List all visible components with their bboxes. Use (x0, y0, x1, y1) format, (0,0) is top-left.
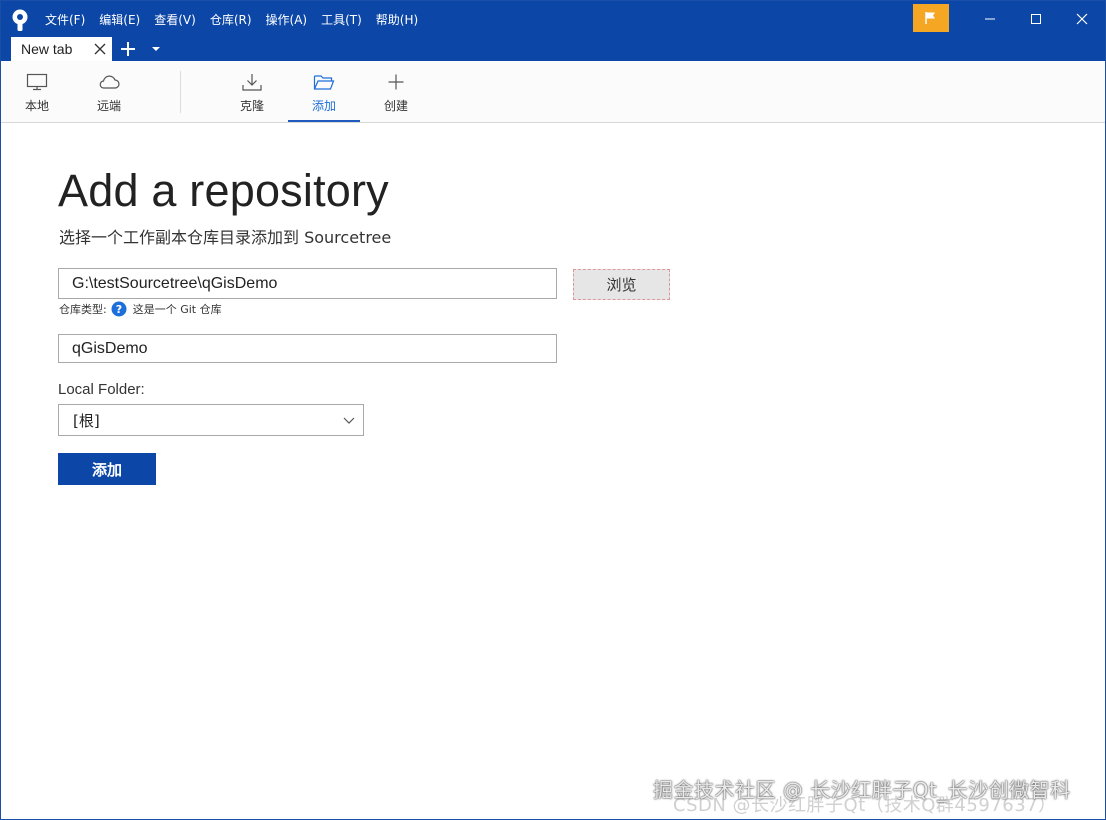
close-window-button[interactable] (1059, 1, 1105, 37)
local-folder-label: Local Folder: (58, 381, 145, 398)
cloud-icon (99, 75, 120, 89)
repo-type-info: 仓库类型: ? 这是一个 Git 仓库 (59, 301, 222, 317)
toolbar: 本地 远端 克隆 添加 创建 (1, 61, 1105, 123)
menu-tools[interactable]: 工具(T) (321, 11, 362, 28)
question-mark-icon: ? (111, 301, 127, 317)
local-folder-select[interactable]: [根] (58, 404, 364, 436)
watermark-line-1: 掘金技术社区 @ 长沙红胖子Qt_长沙创微智科 (653, 778, 1071, 802)
menu-help[interactable]: 帮助(H) (376, 11, 418, 28)
tab-strip: New tab (1, 37, 1105, 61)
working-copy-path-input[interactable] (58, 268, 557, 299)
toolbar-create-button[interactable]: 创建 (360, 61, 432, 123)
tab-close-icon[interactable] (93, 42, 107, 56)
page-title: Add a repository (58, 165, 389, 216)
menu-repository[interactable]: 仓库(R) (210, 11, 252, 28)
svg-text:?: ? (116, 303, 122, 316)
browse-button[interactable]: 浏览 (573, 269, 670, 300)
plus-icon (388, 74, 404, 90)
bookmark-name-input[interactable] (58, 334, 557, 363)
toolbar-local-button[interactable]: 本地 (1, 61, 73, 123)
menu-view[interactable]: 查看(V) (154, 11, 196, 28)
new-tab-plus-icon[interactable] (119, 40, 137, 58)
monitor-icon (26, 73, 48, 91)
page-subtitle: 选择一个工作副本仓库目录添加到 Sourcetree (59, 228, 392, 247)
menu-actions[interactable]: 操作(A) (266, 11, 308, 28)
tab-title: New tab (21, 41, 73, 57)
tab-dropdown-icon[interactable] (151, 45, 161, 53)
menu-file[interactable]: 文件(F) (45, 11, 85, 28)
close-icon (1076, 13, 1088, 25)
toolbar-clone-button[interactable]: 克隆 (216, 61, 288, 123)
minimize-icon (985, 18, 995, 20)
maximize-icon (1031, 14, 1041, 24)
notifications-flag-button[interactable] (913, 4, 949, 32)
toolbar-create-label: 创建 (383, 99, 408, 113)
flag-icon (925, 12, 935, 24)
app-window: 文件(F) 编辑(E) 查看(V) 仓库(R) 操作(A) 工具(T) 帮助(H… (0, 0, 1106, 820)
download-icon (242, 74, 262, 91)
toolbar-remote-label: 远端 (96, 99, 121, 113)
tab-new-tab[interactable]: New tab (11, 37, 112, 61)
toolbar-local-label: 本地 (24, 99, 49, 113)
add-repository-button[interactable]: 添加 (58, 453, 156, 485)
menu-edit[interactable]: 编辑(E) (99, 11, 140, 28)
sourcetree-logo-icon (12, 9, 28, 31)
toolbar-divider (180, 71, 181, 113)
toolbar-add-label: 添加 (311, 99, 336, 113)
active-tool-underline (288, 120, 360, 122)
title-bar: 文件(F) 编辑(E) 查看(V) 仓库(R) 操作(A) 工具(T) 帮助(H… (1, 1, 1105, 37)
maximize-button[interactable] (1013, 1, 1059, 37)
menu-bar: 文件(F) 编辑(E) 查看(V) 仓库(R) 操作(A) 工具(T) 帮助(H… (45, 1, 432, 37)
chevron-down-icon (343, 417, 355, 424)
toolbar-add-button[interactable]: 添加 (288, 61, 360, 123)
repo-type-value: 这是一个 Git 仓库 (132, 303, 222, 316)
toolbar-remote-button[interactable]: 远端 (73, 61, 145, 123)
local-folder-value: [根] (73, 411, 100, 430)
folder-open-icon (313, 75, 335, 90)
toolbar-clone-label: 克隆 (239, 99, 264, 113)
minimize-button[interactable] (967, 1, 1013, 37)
repo-type-label: 仓库类型: (59, 303, 107, 316)
